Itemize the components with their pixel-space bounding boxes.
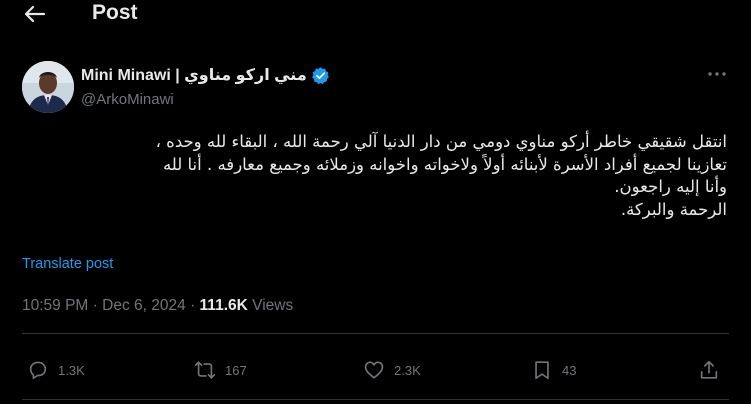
divider [22,399,729,400]
arrow-left-icon [24,5,46,23]
views-label: Views [252,297,294,314]
post-date[interactable]: Dec 6, 2024 [102,297,186,314]
repost-count: 167 [225,362,247,378]
bookmark-button[interactable]: 43 [531,355,576,385]
share-button[interactable] [698,355,720,385]
repost-icon [194,361,216,379]
bookmark-icon [535,361,549,380]
post-text-line: وأنا إليه راجعون. [614,177,727,196]
reply-button[interactable]: 1.3K [27,355,85,385]
action-bar: 1.3K 167 2.3K 43 [22,355,729,385]
author-name-row: Mini Minawi | مني اركو مناوي [81,64,330,86]
avatar[interactable] [22,61,74,113]
divider [22,333,729,334]
share-icon [700,360,718,379]
back-button[interactable] [22,2,48,26]
page-title: Post [92,1,138,24]
views-count: 111.6K [199,297,248,314]
post-text-line: الرحمة والبركة. [620,199,727,219]
repost-button[interactable]: 167 [194,355,247,385]
post-text-line: انتقل شقيقي خاطر أركو مناوي دومي من دار … [155,132,727,151]
more-dots-icon [708,72,726,76]
translate-post-link[interactable]: Translate post [22,256,113,272]
meta-separator: · [190,297,196,314]
post-time[interactable]: 10:59 PM [22,297,88,314]
post-text: انتقل شقيقي خاطر أركو مناوي دومي من دار … [22,131,727,221]
like-count: 2.3K [394,362,421,378]
author-handle[interactable]: @ArkoMinawi [81,91,174,108]
post-text-line: تعازينا لجميع أفراد الأسرة لأبنائه أولاً… [162,154,727,174]
meta-separator: · [92,297,98,314]
bookmark-count: 43 [562,362,577,378]
avatar-image [22,61,74,113]
reply-count: 1.3K [58,362,85,378]
top-bar: Post [0,0,751,30]
more-button[interactable] [706,64,728,84]
author-name[interactable]: Mini Minawi | مني اركو مناوي [81,65,307,85]
verified-badge-icon [311,66,329,84]
reply-icon [29,361,47,380]
post-meta: 10:59 PM · Dec 6, 2024 · 111.6K Views [22,297,293,315]
like-button[interactable]: 2.3K [363,355,421,385]
heart-icon [364,361,384,379]
